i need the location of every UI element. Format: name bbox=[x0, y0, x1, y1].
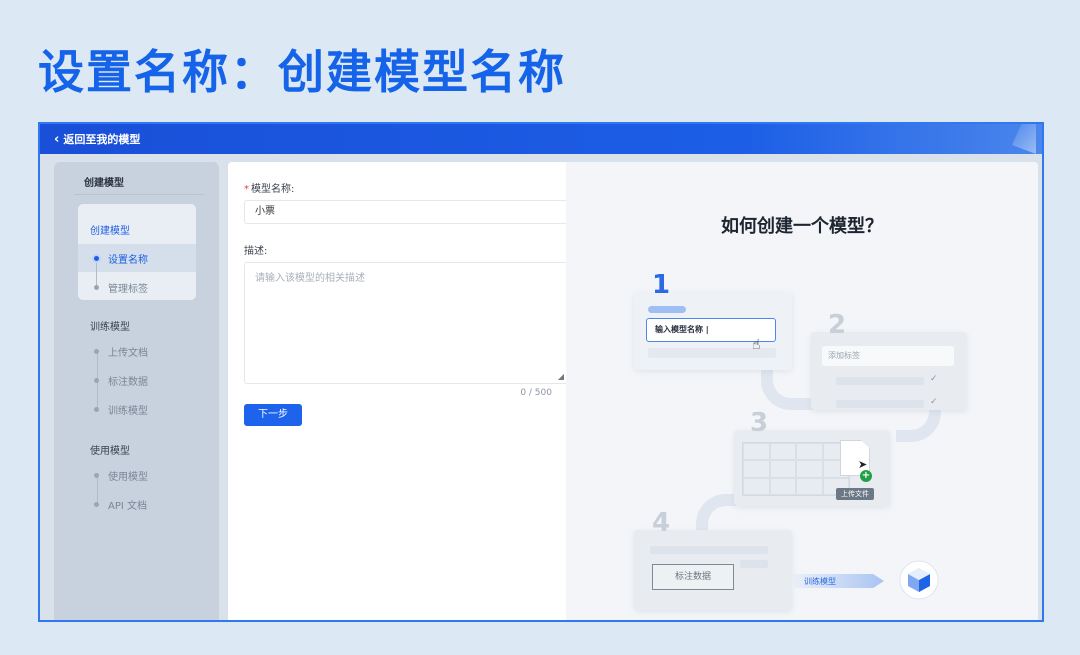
check-icon: ✓ bbox=[930, 397, 938, 407]
illustration-title: 如何创建一个模型？ bbox=[721, 216, 883, 237]
illustration-panel: 如何创建一个模型？ 2 添加标签 ✓ ✓ 1 输入模型名称 | ☝ 3 ➤ + … bbox=[566, 162, 1038, 620]
hand-cursor-icon: ☝ bbox=[752, 337, 761, 353]
char-counter: 0 / 500 bbox=[520, 388, 552, 398]
chevron-left-icon[interactable]: ‹ bbox=[54, 133, 59, 146]
step-dot-icon bbox=[94, 349, 99, 354]
sidebar-item-label: API 文档 bbox=[108, 501, 147, 512]
placeholder-bar bbox=[740, 560, 768, 568]
progress-pill bbox=[648, 306, 686, 313]
annotate-box: 标注数据 bbox=[652, 564, 734, 590]
sidebar-item-upload-docs[interactable]: 上传文档 bbox=[94, 344, 148, 359]
sidebar-header: 创建模型 bbox=[84, 178, 124, 189]
sidebar-item-label: 使用模型 bbox=[108, 472, 148, 483]
plus-icon: + bbox=[860, 470, 872, 482]
sidebar-item-manage-tags[interactable]: 管理标签 bbox=[94, 280, 148, 295]
placeholder-bar bbox=[740, 546, 768, 554]
resize-handle-icon[interactable]: ◢ bbox=[558, 373, 564, 381]
name-label-text: 模型名称: bbox=[251, 184, 295, 195]
sidebar-item-label: 上传文档 bbox=[108, 348, 148, 359]
placeholder-bar bbox=[836, 400, 924, 408]
step-dot-icon bbox=[94, 407, 99, 412]
decorative-shape bbox=[1012, 124, 1036, 154]
sidebar-create-card: 创建模型 设置名称 管理标签 bbox=[78, 204, 196, 300]
sidebar-item-annotate[interactable]: 标注数据 bbox=[94, 373, 148, 388]
sidebar-item-api-docs[interactable]: API 文档 bbox=[94, 497, 147, 512]
step-number: 1 bbox=[652, 270, 671, 300]
step-dot-icon bbox=[94, 378, 99, 383]
check-icon: ✓ bbox=[930, 374, 938, 384]
pointer-cursor-icon: ➤ bbox=[858, 458, 868, 471]
placeholder-bar bbox=[650, 546, 750, 554]
sidebar-group-train[interactable]: 训练模型 bbox=[90, 318, 130, 333]
sidebar-item-use-model[interactable]: 使用模型 bbox=[94, 468, 148, 483]
description-placeholder: 请输入该模型的相关描述 bbox=[255, 273, 365, 284]
data-table-grid bbox=[742, 442, 850, 496]
sidebar-item-label: 训练模型 bbox=[108, 406, 148, 417]
sidebar: 创建模型 创建模型 设置名称 管理标签 训练模型 上传文档 标注数据 训练模型 … bbox=[54, 162, 219, 620]
divider bbox=[74, 194, 204, 195]
back-link[interactable]: 返回至我的模型 bbox=[63, 131, 140, 147]
next-step-button[interactable]: 下一步 bbox=[244, 404, 302, 426]
required-mark: * bbox=[244, 184, 249, 195]
name-label: * 模型名称: bbox=[244, 180, 294, 195]
desc-label: 描述: bbox=[244, 246, 268, 257]
description-textarea[interactable]: 请输入该模型的相关描述 ◢ bbox=[244, 262, 568, 384]
main-panel: * 模型名称: 小票 描述: 请输入该模型的相关描述 ◢ 0 / 500 下一步 … bbox=[228, 162, 1038, 620]
sidebar-group-create[interactable]: 创建模型 bbox=[90, 222, 130, 237]
step-dot-icon bbox=[94, 473, 99, 478]
sidebar-item-label: 标注数据 bbox=[108, 377, 148, 388]
upload-file-tag: 上传文件 bbox=[836, 488, 874, 500]
model-name-input[interactable]: 小票 bbox=[244, 200, 568, 224]
step-dot-icon bbox=[94, 285, 99, 290]
top-bar: ‹ 返回至我的模型 bbox=[40, 124, 1042, 154]
sidebar-item-label: 管理标签 bbox=[108, 284, 148, 295]
placeholder-bar bbox=[836, 377, 924, 385]
sidebar-group-use[interactable]: 使用模型 bbox=[90, 442, 130, 457]
train-model-label: 训练模型 bbox=[804, 577, 836, 586]
app-window: ‹ 返回至我的模型 创建模型 创建模型 设置名称 管理标签 训练模型 上传文档 bbox=[38, 122, 1044, 622]
model-cube-icon bbox=[899, 560, 939, 600]
sidebar-item-set-name[interactable]: 设置名称 bbox=[94, 251, 148, 266]
step-number: 2 bbox=[828, 310, 847, 340]
step-2-card bbox=[811, 332, 967, 410]
step-number: 3 bbox=[750, 408, 769, 438]
step-number: 4 bbox=[652, 508, 671, 538]
sidebar-item-train[interactable]: 训练模型 bbox=[94, 402, 148, 417]
step-2-tag-input: 添加标签 bbox=[822, 346, 954, 366]
step-dot-icon bbox=[94, 256, 99, 261]
step-dot-icon bbox=[94, 502, 99, 507]
flow-connector bbox=[896, 410, 941, 442]
create-model-form: * 模型名称: 小票 描述: 请输入该模型的相关描述 ◢ 0 / 500 下一步 bbox=[228, 162, 568, 620]
slide-title: 设置名称：创建模型名称 bbox=[38, 45, 566, 99]
sidebar-item-label: 设置名称 bbox=[108, 255, 148, 266]
